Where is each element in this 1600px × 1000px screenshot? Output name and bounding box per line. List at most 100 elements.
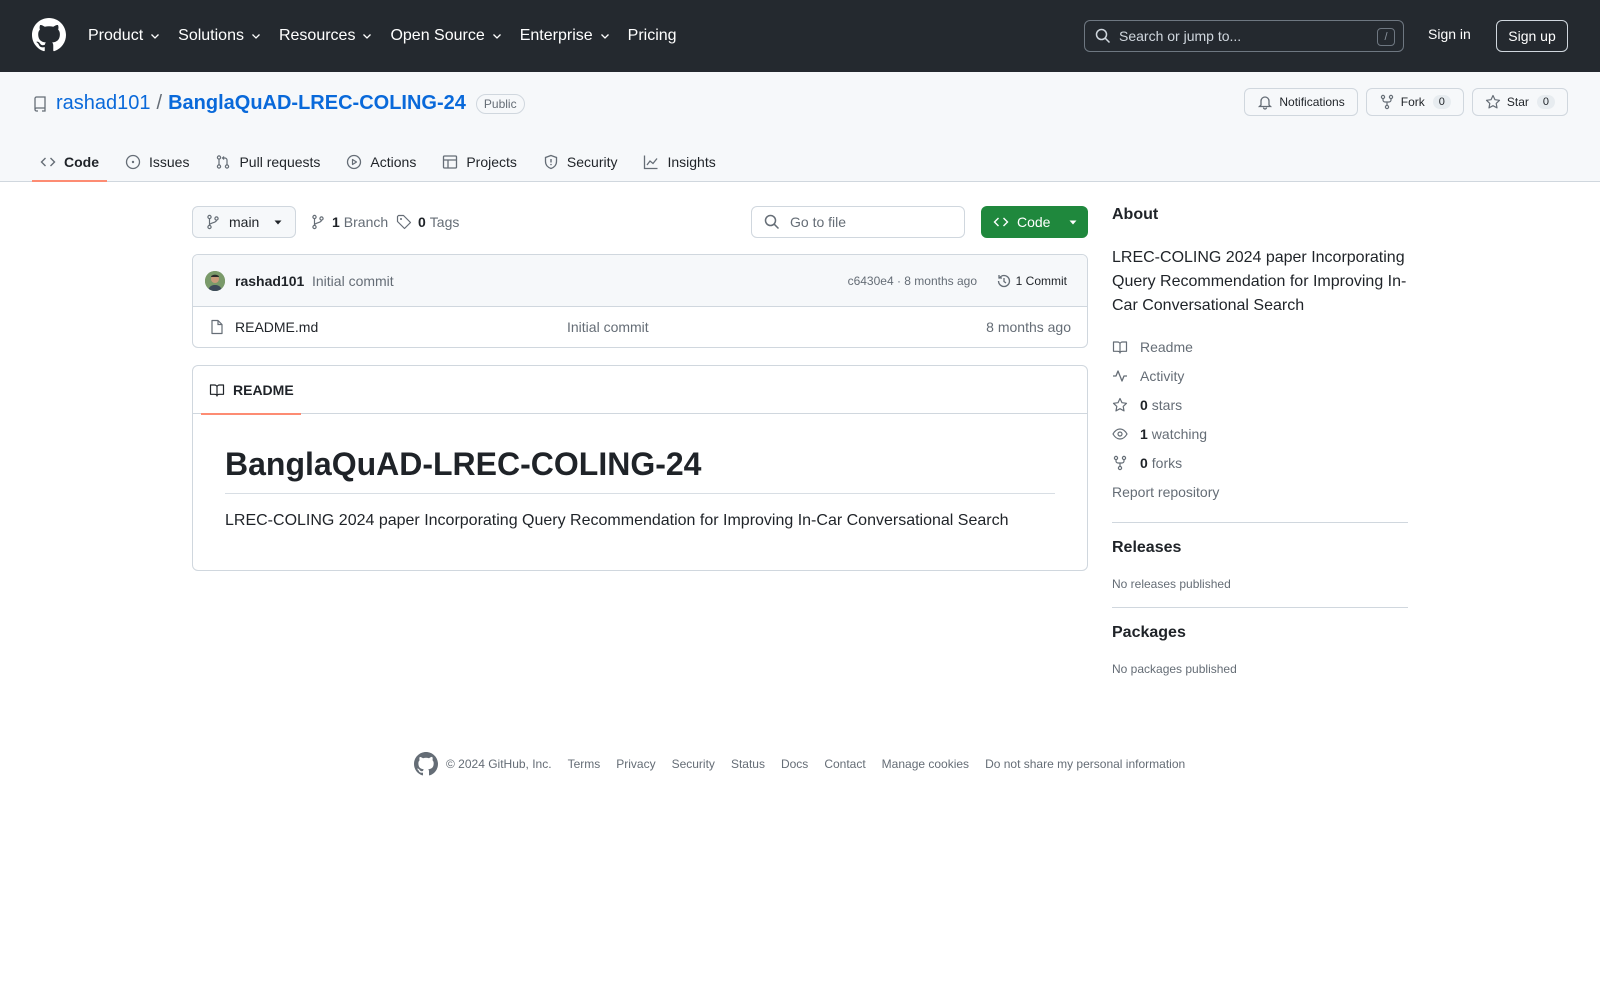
pull-request-icon — [217, 155, 230, 169]
tab-actions[interactable]: Actions — [338, 142, 424, 182]
nav-open-source[interactable]: Open Source — [390, 27, 502, 45]
book-icon — [209, 384, 225, 397]
about-description: LREC-COLING 2024 paper Incorporating Que… — [1112, 249, 1407, 314]
file-commit-message-link[interactable]: Initial commit — [567, 319, 649, 335]
code-dropdown-button[interactable]: Code — [981, 206, 1088, 238]
readme-link[interactable]: Readme — [1112, 332, 1408, 361]
notifications-button[interactable]: Notifications — [1244, 88, 1358, 116]
github-mark-icon[interactable] — [414, 752, 438, 776]
branches-link[interactable]: 1 Branch — [310, 214, 388, 230]
nav-solutions[interactable]: Solutions — [178, 27, 262, 45]
repo-header: rashad101 / BanglaQuAD-LREC-COLING-24 Pu… — [0, 72, 1600, 182]
sign-up-button[interactable]: Sign up — [1496, 20, 1568, 52]
footer-link-status[interactable]: Status — [731, 757, 765, 771]
book-icon — [1112, 340, 1128, 354]
tab-pull-requests[interactable]: Pull requests — [207, 142, 328, 182]
file-icon — [211, 319, 223, 335]
repo-icon — [34, 95, 46, 112]
tab-label: Code — [64, 154, 99, 170]
releases-title[interactable]: Releases — [1112, 539, 1408, 557]
nav-resources[interactable]: Resources — [279, 27, 373, 45]
chevron-down-icon — [252, 34, 260, 39]
code-icon — [40, 157, 56, 167]
commit-author-link[interactable]: rashad101 — [235, 273, 304, 289]
branch-icon — [312, 214, 324, 230]
nav-product[interactable]: Product — [88, 27, 161, 45]
watchers-link[interactable]: 1 watching — [1112, 419, 1408, 448]
commit-hash-and-time[interactable]: c6430e4 · 8 months ago — [848, 274, 977, 288]
github-logo-icon[interactable] — [32, 18, 66, 52]
history-icon — [997, 274, 1010, 288]
file-name-link[interactable]: README.md — [235, 319, 318, 335]
readme-link-label: Readme — [1140, 338, 1193, 355]
tab-insights[interactable]: Insights — [635, 142, 723, 182]
repo-sidebar: About LREC-COLING 2024 paper Incorporati… — [1112, 206, 1408, 676]
chevron-down-icon — [492, 34, 501, 39]
pulse-icon — [1113, 369, 1127, 382]
shield-icon — [544, 154, 558, 170]
bell-icon — [1258, 96, 1273, 110]
eye-icon — [1112, 427, 1128, 440]
branch-selector-button[interactable]: main — [192, 206, 296, 238]
readme-tab[interactable]: README — [201, 366, 301, 415]
forks-link[interactable]: 0 forks — [1112, 448, 1408, 477]
stars-link[interactable]: 0 stars — [1112, 390, 1408, 419]
watching-count: 1 — [1140, 425, 1148, 442]
file-toolbar: main 1 Branch 0 Tags Go to file Code — [192, 206, 1088, 238]
divider — [1112, 522, 1408, 523]
tab-code[interactable]: Code — [32, 142, 107, 182]
footer-link-do-not-share[interactable]: Do not share my personal information — [985, 757, 1185, 771]
repo-owner-link[interactable]: rashad101 — [56, 92, 151, 115]
footer-link-manage-cookies[interactable]: Manage cookies — [882, 757, 969, 771]
global-search-input[interactable]: Search or jump to... / — [1084, 20, 1404, 52]
star-count: 0 — [1536, 95, 1555, 109]
repo-name-link[interactable]: BanglaQuAD-LREC-COLING-24 — [168, 92, 466, 115]
fork-icon — [1113, 455, 1127, 470]
tags-link[interactable]: 0 Tags — [396, 214, 459, 230]
nav-pricing[interactable]: Pricing — [628, 27, 677, 45]
tab-issues[interactable]: Issues — [117, 142, 197, 182]
tab-security[interactable]: Security — [535, 142, 626, 182]
go-to-file-input[interactable]: Go to file — [751, 206, 965, 238]
watching-label: watching — [1151, 425, 1208, 442]
chevron-down-icon — [600, 34, 609, 39]
footer-link-privacy[interactable]: Privacy — [616, 757, 655, 771]
packages-empty: No packages published — [1112, 662, 1237, 676]
tab-projects[interactable]: Projects — [434, 142, 525, 182]
repo-actions: Notifications Fork 0 Star 0 — [1236, 88, 1568, 116]
footer-link-docs[interactable]: Docs — [781, 757, 808, 771]
commit-message-link[interactable]: Initial commit — [312, 273, 394, 289]
graph-icon — [644, 155, 658, 170]
forks-count: 0 — [1140, 454, 1148, 471]
search-placeholder: Search or jump to... — [1119, 28, 1242, 44]
tag-count: 0 — [418, 214, 426, 230]
branch-count: 1 — [332, 214, 340, 230]
footer-link-terms[interactable]: Terms — [568, 757, 601, 771]
divider — [1112, 607, 1408, 608]
footer-copyright: © 2024 GitHub, Inc. — [446, 757, 552, 771]
avatar[interactable] — [205, 271, 225, 291]
footer-link-contact[interactable]: Contact — [824, 757, 865, 771]
repo-tabs: Code Issues Pull requests Actions Projec… — [32, 142, 734, 182]
activity-link[interactable]: Activity — [1112, 361, 1408, 390]
fork-label: Fork — [1400, 95, 1425, 109]
table-row[interactable]: README.md Initial commit 8 months ago — [193, 307, 1087, 347]
tab-label: Security — [566, 154, 618, 170]
branch-label: Branch — [343, 214, 389, 230]
nav-enterprise[interactable]: Enterprise — [520, 27, 611, 45]
star-button[interactable]: Star 0 — [1471, 88, 1568, 116]
search-shortcut-key: / — [1377, 28, 1395, 46]
sign-in-link[interactable]: Sign in — [1428, 26, 1471, 42]
packages-title[interactable]: Packages — [1112, 624, 1408, 642]
caret-down-icon — [1069, 220, 1077, 225]
footer-link-security[interactable]: Security — [672, 757, 715, 771]
readme-paragraph: LREC-COLING 2024 paper Incorporating Que… — [225, 512, 1009, 529]
caret-down-icon — [274, 220, 282, 225]
tab-label: Issues — [149, 154, 190, 170]
report-repository-link[interactable]: Report repository — [1112, 477, 1408, 506]
fork-button[interactable]: Fork 0 — [1365, 88, 1464, 116]
commit-history-link[interactable]: 1 Commit — [996, 273, 1067, 289]
chevron-down-icon — [363, 34, 372, 39]
global-header: Product Solutions Resources Open Source … — [0, 0, 1600, 72]
latest-commit-row: rashad101 Initial commit c6430e4 · 8 mon… — [193, 255, 1087, 307]
